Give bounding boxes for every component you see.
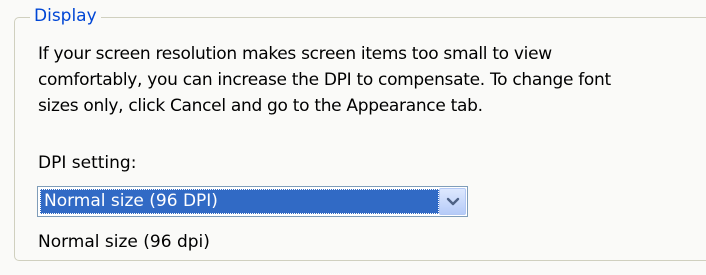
dpi-setting-label: DPI setting: <box>38 153 137 173</box>
dropdown-button[interactable] <box>439 188 466 215</box>
display-panel: Display If your screen resolution makes … <box>0 0 706 275</box>
dpi-description: If your screen resolution makes screen i… <box>38 44 611 116</box>
display-group-title: Display <box>30 5 101 27</box>
dpi-status-text: Normal size (96 dpi) <box>38 232 210 252</box>
dpi-selected-value[interactable]: Normal size (96 DPI) <box>40 189 439 214</box>
dpi-setting-select[interactable]: Normal size (96 DPI) <box>37 186 468 217</box>
dpi-dialog: Display If your screen resolution makes … <box>0 0 706 275</box>
